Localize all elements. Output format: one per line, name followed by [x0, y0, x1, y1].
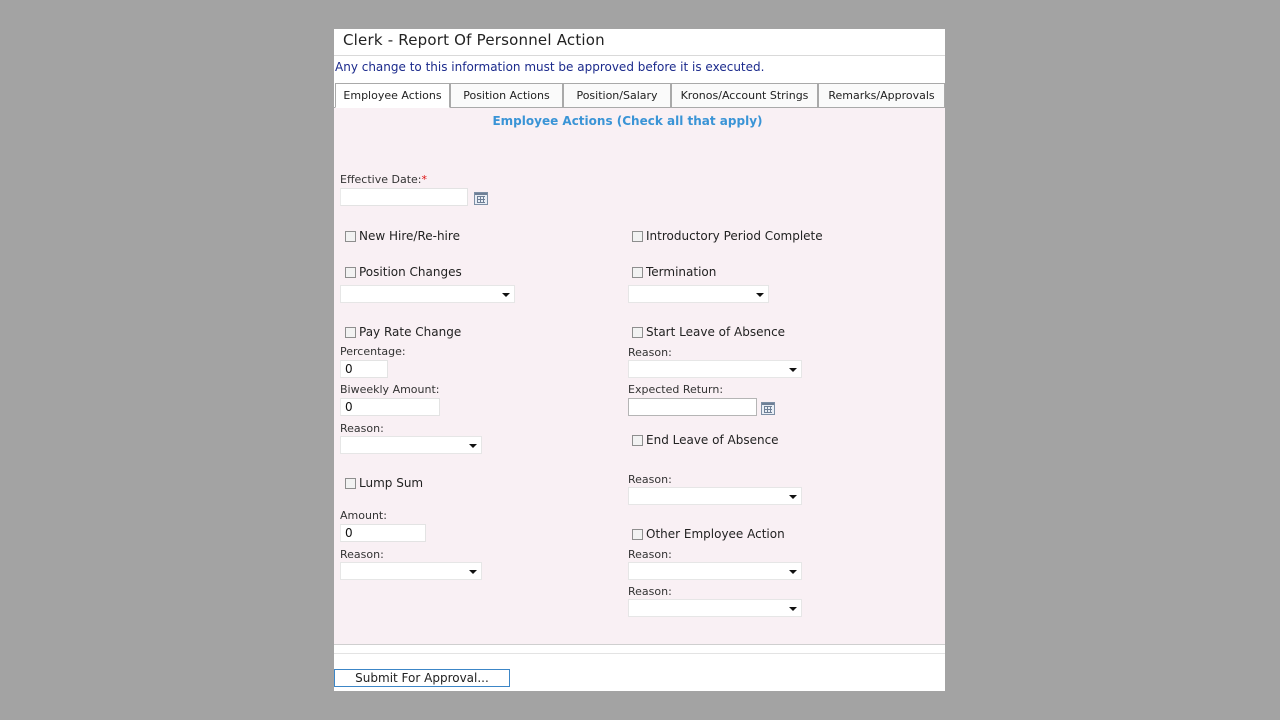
biweekly-amount-label: Biweekly Amount: [340, 383, 440, 396]
percentage-label: Percentage: [340, 345, 406, 358]
termination-select[interactable] [628, 285, 769, 303]
effective-date-input[interactable] [340, 188, 468, 206]
other-action-reason-2-label: Reason: [628, 585, 672, 598]
tab-kronos-account-strings[interactable]: Kronos/Account Strings [671, 83, 818, 107]
new-hire-checkbox[interactable] [345, 231, 356, 242]
lump-sum-reason-select[interactable] [340, 562, 482, 580]
end-leave-reason-label: Reason: [628, 473, 672, 486]
start-leave-reason-label: Reason: [628, 346, 672, 359]
chevron-down-icon [789, 368, 797, 372]
effective-date-label: Effective Date:* [340, 173, 427, 186]
chevron-down-icon [469, 570, 477, 574]
expected-return-input[interactable] [628, 398, 757, 416]
personnel-action-panel: Clerk - Report Of Personnel Action Any c… [334, 29, 945, 691]
employee-actions-content: Employee Actions (Check all that apply) … [334, 108, 945, 644]
start-leave-label: Start Leave of Absence [646, 325, 786, 339]
introductory-period-checkbox[interactable] [632, 231, 643, 242]
required-marker: * [421, 173, 428, 186]
pay-rate-reason-select[interactable] [340, 436, 482, 454]
footer-divider-2 [334, 653, 945, 654]
end-leave-reason-select[interactable] [628, 487, 802, 505]
introductory-period-label: Introductory Period Complete [646, 229, 823, 243]
approval-notice: Any change to this information must be a… [335, 60, 765, 74]
chevron-down-icon [502, 293, 510, 297]
calendar-icon[interactable] [474, 192, 488, 205]
pay-rate-change-label: Pay Rate Change [359, 325, 462, 339]
percentage-input[interactable]: 0 [340, 360, 388, 378]
position-changes-select[interactable] [340, 285, 515, 303]
chevron-down-icon [756, 293, 764, 297]
end-leave-label: End Leave of Absence [646, 433, 779, 447]
tab-employee-actions[interactable]: Employee Actions [335, 83, 450, 108]
tab-position-actions[interactable]: Position Actions [450, 83, 563, 107]
tab-bar: Employee Actions Position Actions Positi… [335, 83, 945, 108]
lump-sum-checkbox[interactable] [345, 478, 356, 489]
lump-sum-amount-label: Amount: [340, 509, 387, 522]
chevron-down-icon [789, 607, 797, 611]
end-leave-checkbox[interactable] [632, 435, 643, 446]
start-leave-reason-select[interactable] [628, 360, 802, 378]
position-changes-checkbox[interactable] [345, 267, 356, 278]
footer-divider [334, 644, 945, 645]
title-divider [334, 55, 945, 56]
tab-remarks-approvals[interactable]: Remarks/Approvals [818, 83, 945, 107]
termination-label: Termination [646, 265, 717, 279]
pay-rate-reason-label: Reason: [340, 422, 384, 435]
expected-return-label: Expected Return: [628, 383, 724, 396]
pay-rate-change-checkbox[interactable] [345, 327, 356, 338]
calendar-icon[interactable] [761, 402, 775, 415]
lump-sum-amount-input[interactable]: 0 [340, 524, 426, 542]
new-hire-label: New Hire/Re-hire [359, 229, 460, 243]
page-title: Clerk - Report Of Personnel Action [343, 31, 605, 49]
termination-checkbox[interactable] [632, 267, 643, 278]
other-action-reason-2-select[interactable] [628, 599, 802, 617]
other-action-checkbox[interactable] [632, 529, 643, 540]
chevron-down-icon [469, 444, 477, 448]
lump-sum-reason-label: Reason: [340, 548, 384, 561]
chevron-down-icon [789, 495, 797, 499]
lump-sum-label: Lump Sum [359, 476, 424, 490]
start-leave-checkbox[interactable] [632, 327, 643, 338]
other-action-label: Other Employee Action [646, 527, 785, 541]
chevron-down-icon [789, 570, 797, 574]
other-action-reason-label: Reason: [628, 548, 672, 561]
position-changes-label: Position Changes [359, 265, 462, 279]
tab-position-salary[interactable]: Position/Salary [563, 83, 671, 107]
biweekly-amount-input[interactable]: 0 [340, 398, 440, 416]
section-title: Employee Actions (Check all that apply) [492, 114, 763, 128]
submit-for-approval-button[interactable]: Submit For Approval... [334, 669, 510, 687]
other-action-reason-select[interactable] [628, 562, 802, 580]
